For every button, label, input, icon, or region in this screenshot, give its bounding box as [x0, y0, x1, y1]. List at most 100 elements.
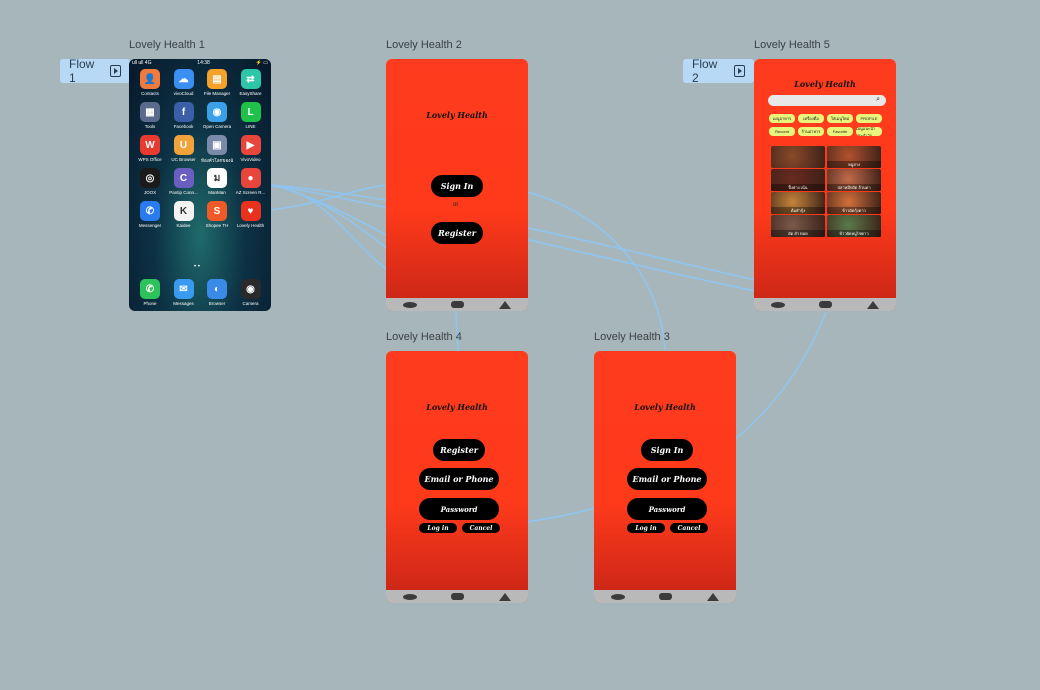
play-icon[interactable]: [733, 65, 745, 77]
category-chip[interactable]: เมนูแนะนำประจำวัน: [856, 127, 882, 136]
search-input[interactable]: ⌕: [768, 95, 886, 106]
dock-app-icon[interactable]: ◐ Browser: [201, 279, 233, 306]
food-card[interactable]: ข้าวผัดหมูไข่ดาว: [827, 215, 881, 237]
app-icon[interactable]: K Kaidee: [168, 201, 200, 228]
frame-screen-3[interactable]: Lovely Health Sign In Email or Phone Pas…: [594, 351, 736, 603]
password-field[interactable]: Password: [627, 498, 707, 520]
recent-icon[interactable]: [498, 592, 511, 601]
app-glyph-icon: ♥: [240, 201, 261, 221]
nav-bar: [754, 298, 896, 311]
app-icon[interactable]: ☁ vivoCloud: [168, 69, 200, 96]
category-chip[interactable]: PROFILE: [856, 114, 882, 123]
dock-app-icon[interactable]: ✆ Phone: [134, 279, 166, 306]
category-chip[interactable]: ใส่เมนูใหม่: [827, 114, 853, 123]
back-icon[interactable]: [403, 593, 418, 600]
category-chip[interactable]: Favorite: [827, 127, 853, 136]
app-icon[interactable]: ▦ Tools: [134, 102, 166, 129]
food-card[interactable]: ต้มยำกุ้ง: [771, 192, 825, 214]
flow-1-tag[interactable]: Flow 1: [60, 57, 130, 85]
home-icon[interactable]: [819, 301, 833, 308]
nav-bar: [386, 298, 528, 311]
frame-screen-2[interactable]: Lovely Health Sign In or Register: [386, 59, 528, 311]
app-icon[interactable]: S Shopee TH: [201, 201, 233, 228]
search-icon[interactable]: ⌕: [876, 96, 880, 104]
dock-app-icon[interactable]: ◉ Camera: [235, 279, 267, 306]
food-card[interactable]: ข้าวผัดกุ้งดาว: [827, 192, 881, 214]
home-icon[interactable]: [451, 593, 465, 600]
app-glyph-icon: L: [240, 102, 261, 122]
flow-2-tag[interactable]: Flow 2: [683, 57, 754, 85]
recent-icon[interactable]: [706, 592, 719, 601]
app-icon[interactable]: ▤ File Manager: [201, 69, 233, 96]
app-label: Facebook: [173, 124, 194, 129]
app-icon[interactable]: ● AZ Screen R...: [235, 168, 267, 195]
app-icon[interactable]: ⇄ EasyShare: [235, 69, 267, 96]
app-glyph-icon: ◎: [140, 168, 160, 188]
app-glyph-icon: S: [207, 201, 227, 221]
app-glyph-icon: ▶: [240, 135, 261, 155]
recent-icon[interactable]: [498, 300, 511, 309]
email-field[interactable]: Email or Phone: [419, 468, 499, 490]
home-icon[interactable]: [659, 593, 673, 600]
app-glyph-icon: ✆: [140, 279, 160, 299]
food-card[interactable]: หมูย่าง: [827, 146, 881, 168]
app-icon[interactable]: ✆ Messenger: [134, 201, 166, 228]
app-icon[interactable]: U UC Browser: [168, 135, 200, 162]
email-field[interactable]: Email or Phone: [627, 468, 707, 490]
play-icon[interactable]: [109, 65, 121, 77]
category-chip[interactable]: ร้านอาหาร: [798, 127, 824, 136]
dock-app-icon[interactable]: ✉ Messages: [168, 279, 200, 306]
category-chip[interactable]: เครื่องดื่ม: [798, 114, 824, 123]
app-icon[interactable]: 👤 Contacts: [134, 69, 166, 96]
food-card[interactable]: ผัด ยำ ทอด: [771, 215, 825, 237]
category-chip[interactable]: เมนูอาหาร: [769, 114, 795, 123]
page-indicator: • •: [194, 264, 200, 270]
food-card[interactable]: ปลาหมึกผัด ล้วนดา: [827, 169, 881, 191]
app-logo: Lovely Health: [426, 110, 488, 120]
recent-icon[interactable]: [866, 300, 879, 309]
frame-label-4[interactable]: Lovely Health 4: [386, 331, 462, 343]
food-card[interactable]: [771, 146, 825, 168]
app-icon[interactable]: ▣ ห้องค้วโลกของฉัน: [201, 135, 233, 164]
category-chip[interactable]: Recomt: [769, 127, 795, 136]
register-button[interactable]: Register: [431, 222, 483, 244]
app-icon[interactable]: ◎ JOOX: [134, 168, 166, 195]
log-in-button[interactable]: Log in: [419, 523, 457, 533]
log-in-button[interactable]: Log in: [627, 523, 665, 533]
app-icon[interactable]: W WPS Office: [134, 135, 166, 162]
app-icon[interactable]: ▶ VivoVideo: [235, 135, 267, 162]
cancel-button[interactable]: Cancel: [670, 523, 708, 533]
frame-label-2[interactable]: Lovely Health 2: [386, 39, 462, 51]
app-label: Kaidee: [176, 223, 191, 228]
food-caption: หมูย่าง: [827, 161, 881, 168]
sign-in-title: Sign In: [641, 439, 693, 461]
app-label: ManMan: [208, 190, 226, 195]
app-label: Messenger: [138, 223, 162, 228]
home-icon[interactable]: [451, 301, 465, 308]
food-card[interactable]: ปิ้งย่าง เน้น: [771, 169, 825, 191]
back-icon[interactable]: [403, 301, 418, 308]
frame-label-3[interactable]: Lovely Health 3: [594, 331, 670, 343]
password-field[interactable]: Password: [419, 498, 499, 520]
app-glyph-icon: C: [173, 168, 194, 188]
app-glyph-icon: 👤: [140, 69, 160, 89]
frame-label-1[interactable]: Lovely Health 1: [129, 39, 205, 51]
cancel-button[interactable]: Cancel: [462, 523, 500, 533]
app-label: Browser: [208, 301, 226, 306]
sign-in-button[interactable]: Sign In: [431, 175, 483, 197]
app-icon[interactable]: L LINE: [235, 102, 267, 129]
frame-home-screen[interactable]: ull ull 4G 14:38 ⚡ ▭ 👤 Contacts ☁ vivoCloud…: [129, 59, 271, 311]
app-icon[interactable]: f Facebook: [168, 102, 200, 129]
app-icon[interactable]: ม ManMan: [201, 168, 233, 195]
app-icon[interactable]: C Pantip Conn...: [168, 168, 200, 195]
app-glyph-icon: ▣: [207, 135, 227, 155]
app-icon[interactable]: ♥ Lovely Health: [235, 201, 267, 228]
frame-screen-5[interactable]: Lovely Health ⌕ เมนูอาหาร เครื่องดื่ม ใส่เ…: [754, 59, 896, 311]
register-title: Register: [433, 439, 485, 461]
frame-label-5[interactable]: Lovely Health 5: [754, 39, 830, 51]
app-icon[interactable]: ◉ Open Camera: [201, 102, 233, 129]
back-icon[interactable]: [771, 301, 786, 308]
back-icon[interactable]: [611, 593, 626, 600]
app-logo: Lovely Health: [426, 402, 488, 412]
frame-screen-4[interactable]: Lovely Health Register Email or Phone Pa…: [386, 351, 528, 603]
